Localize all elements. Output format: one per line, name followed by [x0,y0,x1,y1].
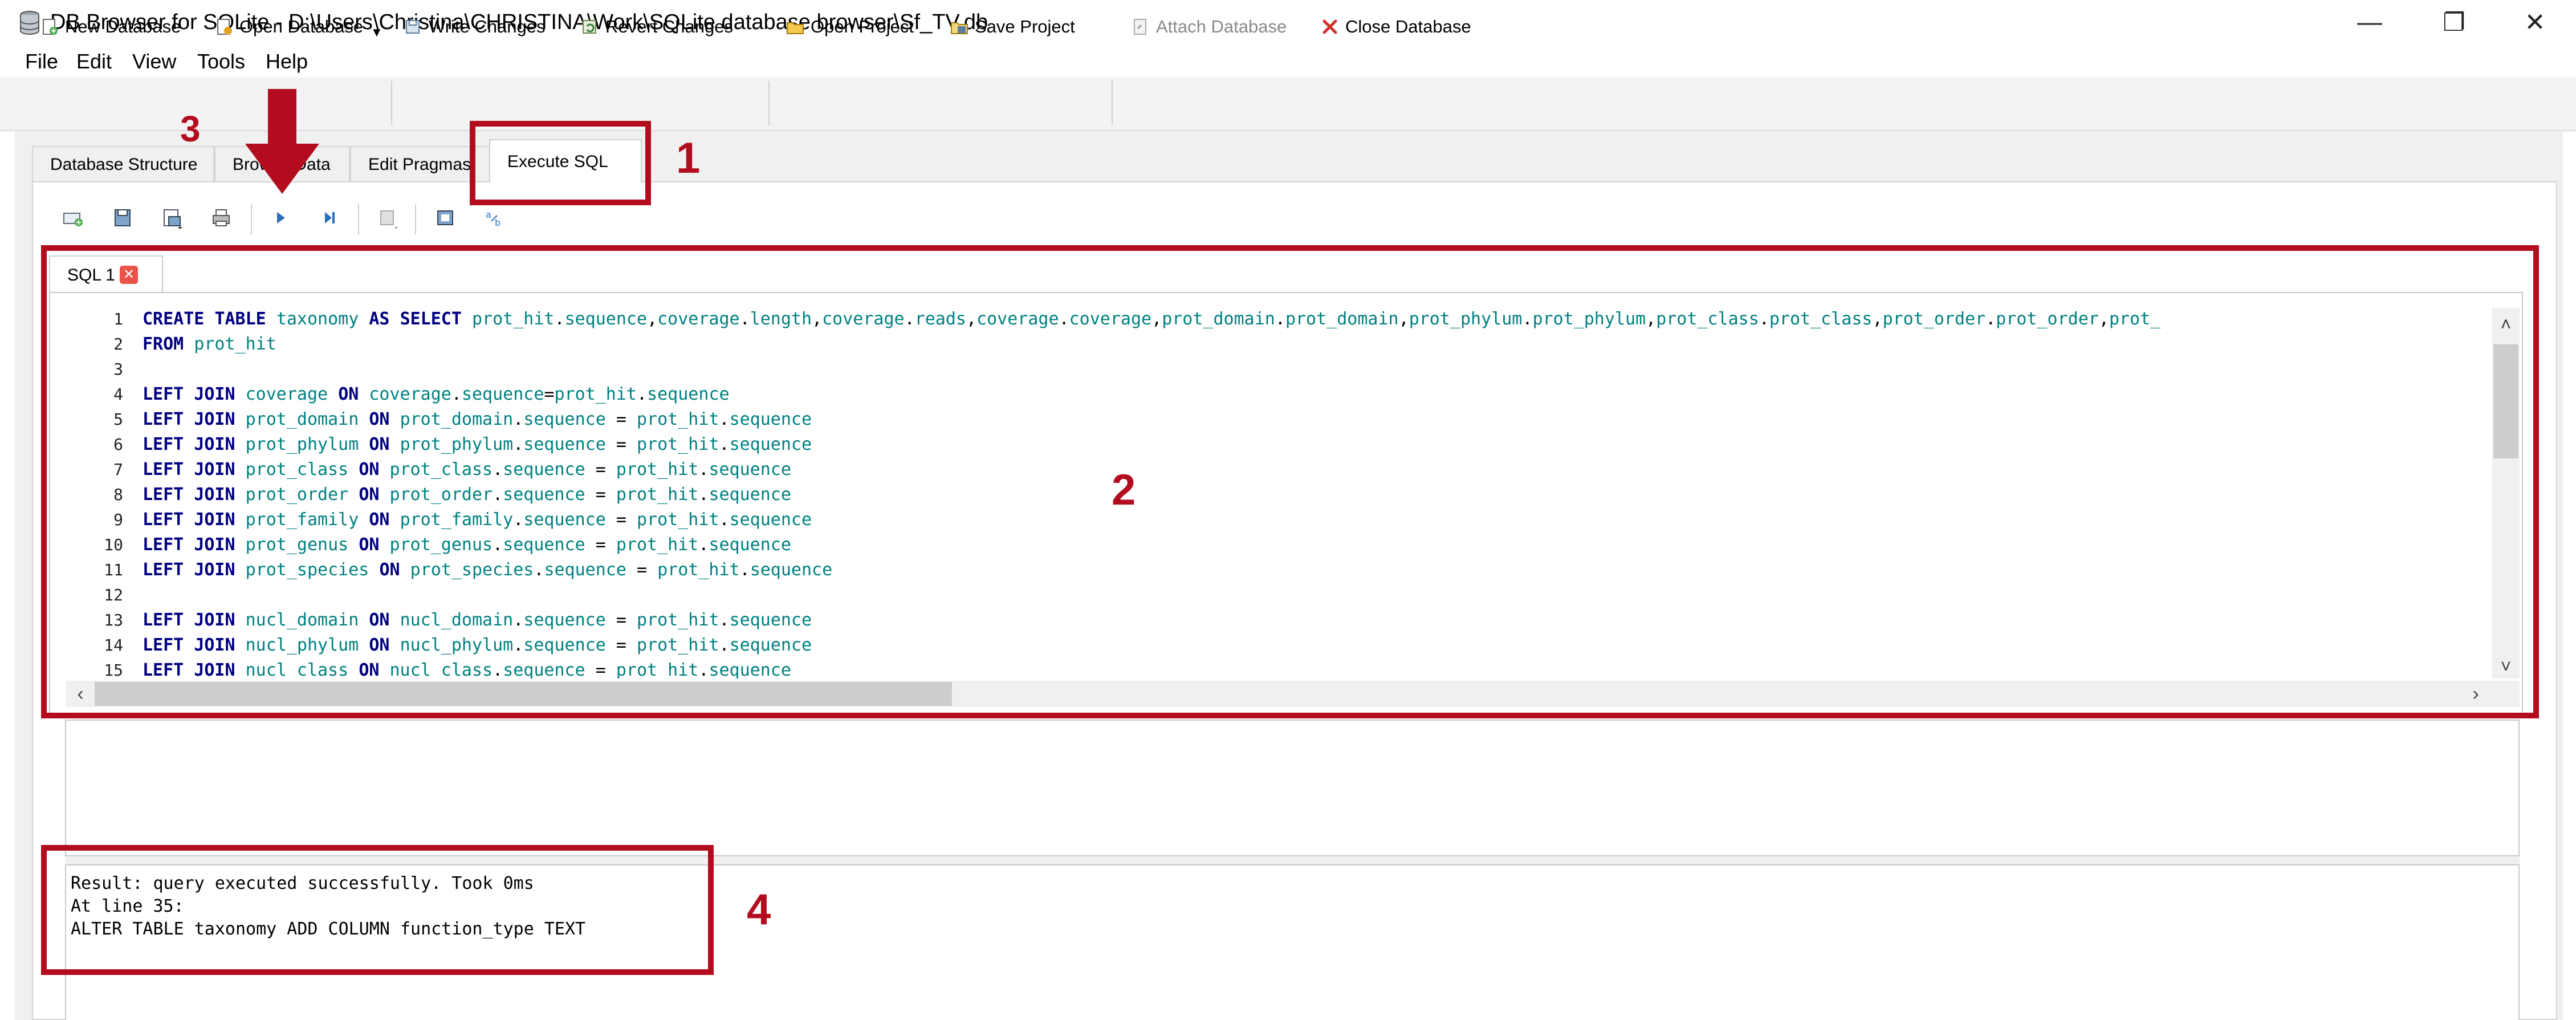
save-results-icon[interactable] [373,203,402,233]
annotation-arrow-down-icon [245,89,319,194]
find-icon[interactable] [431,203,461,233]
open-database-button[interactable]: Open Database [214,10,363,43]
close-database-icon [1322,19,1337,34]
sql-toolbar-separator [251,204,252,235]
menu-view[interactable]: View [129,46,180,78]
maximize-button[interactable]: ❐ [2416,0,2492,44]
open-tab-icon[interactable] [58,203,88,233]
menu-file[interactable]: File [22,46,62,78]
minimize-button[interactable]: — [2331,0,2408,44]
annotation-box-sql-editor [41,245,2539,718]
menu-help[interactable]: Help [262,46,311,78]
open-database-icon [217,19,232,35]
execute-current-line-icon[interactable] [315,203,344,233]
write-changes-icon [406,20,420,34]
menu-bar: File Edit View Tools Help [0,46,2576,78]
annotation-number-2: 2 [1112,466,1136,514]
annotation-number-1: 1 [676,134,701,182]
new-database-icon [43,19,58,35]
toolbar-separator [768,81,770,125]
write-changes-label: Write Changes [429,17,546,36]
revert-changes-icon [583,20,596,34]
annotation-box-execute-sql-tab [470,121,651,205]
find-replace-icon[interactable]: ab [480,203,510,233]
svg-text:a: a [486,209,491,220]
annotation-number-4: 4 [747,885,771,934]
print-icon[interactable] [206,203,236,233]
open-database-dropdown-icon[interactable]: ▼ [371,25,383,40]
revert-changes-button[interactable]: Revert Changes [580,10,733,43]
open-project-label: Open Project [811,17,914,36]
write-changes-button[interactable]: Write Changes [404,10,545,43]
open-sql-file-icon[interactable] [108,203,138,233]
svg-text:b: b [495,217,500,228]
toolbar-separator [1112,81,1113,125]
menu-tools[interactable]: Tools [194,46,249,78]
close-window-button[interactable]: ✕ [2497,0,2573,44]
attach-database-label: Attach Database [1156,17,1287,36]
main-toolbar [0,78,2576,131]
open-project-button[interactable]: Open Project [786,10,914,43]
annotation-box-messages [41,845,714,975]
new-database-button[interactable]: New Database [40,10,181,43]
close-database-label: Close Database [1345,17,1471,36]
execute-all-icon[interactable] [266,203,295,233]
attach-database-icon [1134,19,1146,35]
save-project-label: Save Project [975,17,1075,36]
close-database-button[interactable]: Close Database [1320,10,1471,43]
results-grid[interactable] [65,720,2520,856]
attach-database-button[interactable]: Attach Database [1131,10,1287,43]
sql-toolbar-separator [358,204,359,235]
revert-changes-label: Revert Changes [605,17,734,36]
open-project-icon [787,22,804,34]
open-database-label: Open Database [239,17,364,36]
save-sql-file-icon[interactable] [157,203,187,233]
toolbar-separator [391,81,392,125]
database-app-icon [20,11,39,35]
sql-toolbar-separator [415,204,416,235]
annotation-number-3: 3 [180,108,201,149]
new-database-label: New Database [65,17,181,36]
menu-edit[interactable]: Edit [73,46,115,78]
save-project-icon [951,22,968,34]
save-project-button[interactable]: Save Project [950,10,1075,43]
